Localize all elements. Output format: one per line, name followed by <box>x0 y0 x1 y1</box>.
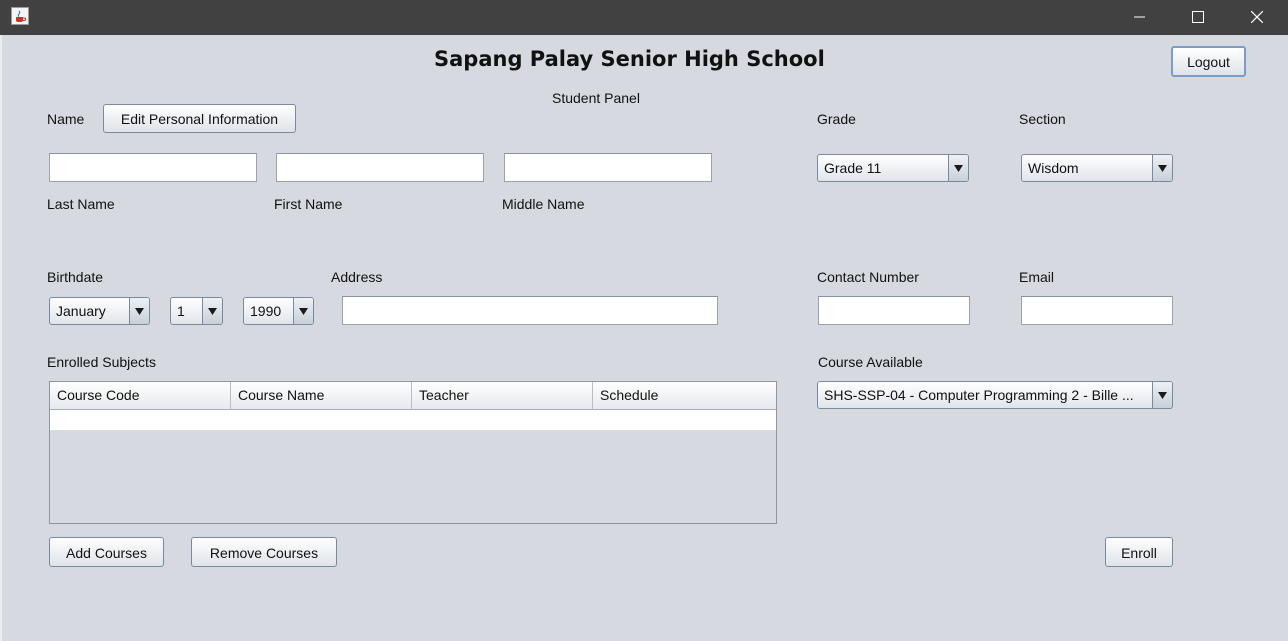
first-name-field[interactable] <box>276 153 484 182</box>
last-name-label: Last Name <box>47 196 115 212</box>
section-label: Section <box>1019 111 1066 127</box>
java-cup-icon[interactable] <box>11 7 29 25</box>
birth-year-value: 1990 <box>250 303 282 319</box>
triangle-down-icon[interactable] <box>1152 155 1172 181</box>
address-field[interactable] <box>342 296 718 325</box>
window-titlebar <box>0 0 1288 35</box>
section-select[interactable]: Wisdom <box>1021 154 1173 182</box>
triangle-down-icon[interactable] <box>948 155 968 181</box>
middle-name-field[interactable] <box>504 153 712 182</box>
table-row[interactable] <box>50 410 776 430</box>
course-available-select[interactable]: SHS-SSP-04 - Computer Programming 2 - Bi… <box>817 381 1173 409</box>
name-label: Name <box>47 111 85 127</box>
triangle-down-icon[interactable] <box>1152 382 1172 408</box>
column-header-course-name[interactable]: Course Name <box>231 382 412 409</box>
last-name-field[interactable] <box>49 153 257 182</box>
address-label: Address <box>331 269 383 285</box>
remove-courses-button[interactable]: Remove Courses <box>191 537 337 567</box>
close-window-button[interactable] <box>1229 0 1287 35</box>
maximize-icon <box>1192 11 1204 23</box>
email-label: Email <box>1019 269 1055 285</box>
birthdate-label: Birthdate <box>47 269 104 285</box>
birth-day-select[interactable]: 1 <box>170 297 223 325</box>
enrolled-subjects-table[interactable]: Course Code Course Name Teacher Schedule <box>49 381 777 524</box>
page-subtitle: Student Panel <box>552 90 640 106</box>
minimize-button[interactable] <box>1112 0 1170 35</box>
birth-month-select[interactable]: January <box>49 297 150 325</box>
column-header-course-code[interactable]: Course Code <box>50 382 231 409</box>
edit-personal-info-button[interactable]: Edit Personal Information <box>103 104 296 133</box>
page-title: Sapang Palay Senior High School <box>434 47 825 71</box>
triangle-down-icon[interactable] <box>129 298 149 324</box>
column-header-teacher[interactable]: Teacher <box>412 382 593 409</box>
grade-select-value: Grade 11 <box>824 160 882 176</box>
middle-name-label: Middle Name <box>502 196 585 212</box>
contact-number-field[interactable] <box>818 296 970 325</box>
logout-button[interactable]: Logout <box>1171 46 1246 77</box>
enroll-button[interactable]: Enroll <box>1105 537 1173 567</box>
add-courses-button[interactable]: Add Courses <box>49 537 164 567</box>
section-select-value: Wisdom <box>1028 160 1079 176</box>
grade-select[interactable]: Grade 11 <box>817 154 969 182</box>
enrolled-subjects-label: Enrolled Subjects <box>47 354 156 370</box>
maximize-button[interactable] <box>1170 0 1228 35</box>
table-header: Course Code Course Name Teacher Schedule <box>50 382 776 410</box>
course-available-value: SHS-SSP-04 - Computer Programming 2 - Bi… <box>824 387 1134 403</box>
window-left-border <box>0 35 2 641</box>
birth-month-value: January <box>56 303 106 319</box>
triangle-down-icon[interactable] <box>202 298 222 324</box>
first-name-label: First Name <box>274 196 343 212</box>
grade-label: Grade <box>817 111 856 127</box>
email-field[interactable] <box>1021 296 1173 325</box>
column-header-schedule[interactable]: Schedule <box>593 382 776 409</box>
birth-day-value: 1 <box>177 303 185 319</box>
birth-year-select[interactable]: 1990 <box>243 297 314 325</box>
triangle-down-icon[interactable] <box>293 298 313 324</box>
course-available-label: Course Available <box>818 354 923 370</box>
minimize-icon <box>1134 16 1145 18</box>
close-icon <box>1251 11 1263 23</box>
contact-number-label: Contact Number <box>817 269 919 285</box>
